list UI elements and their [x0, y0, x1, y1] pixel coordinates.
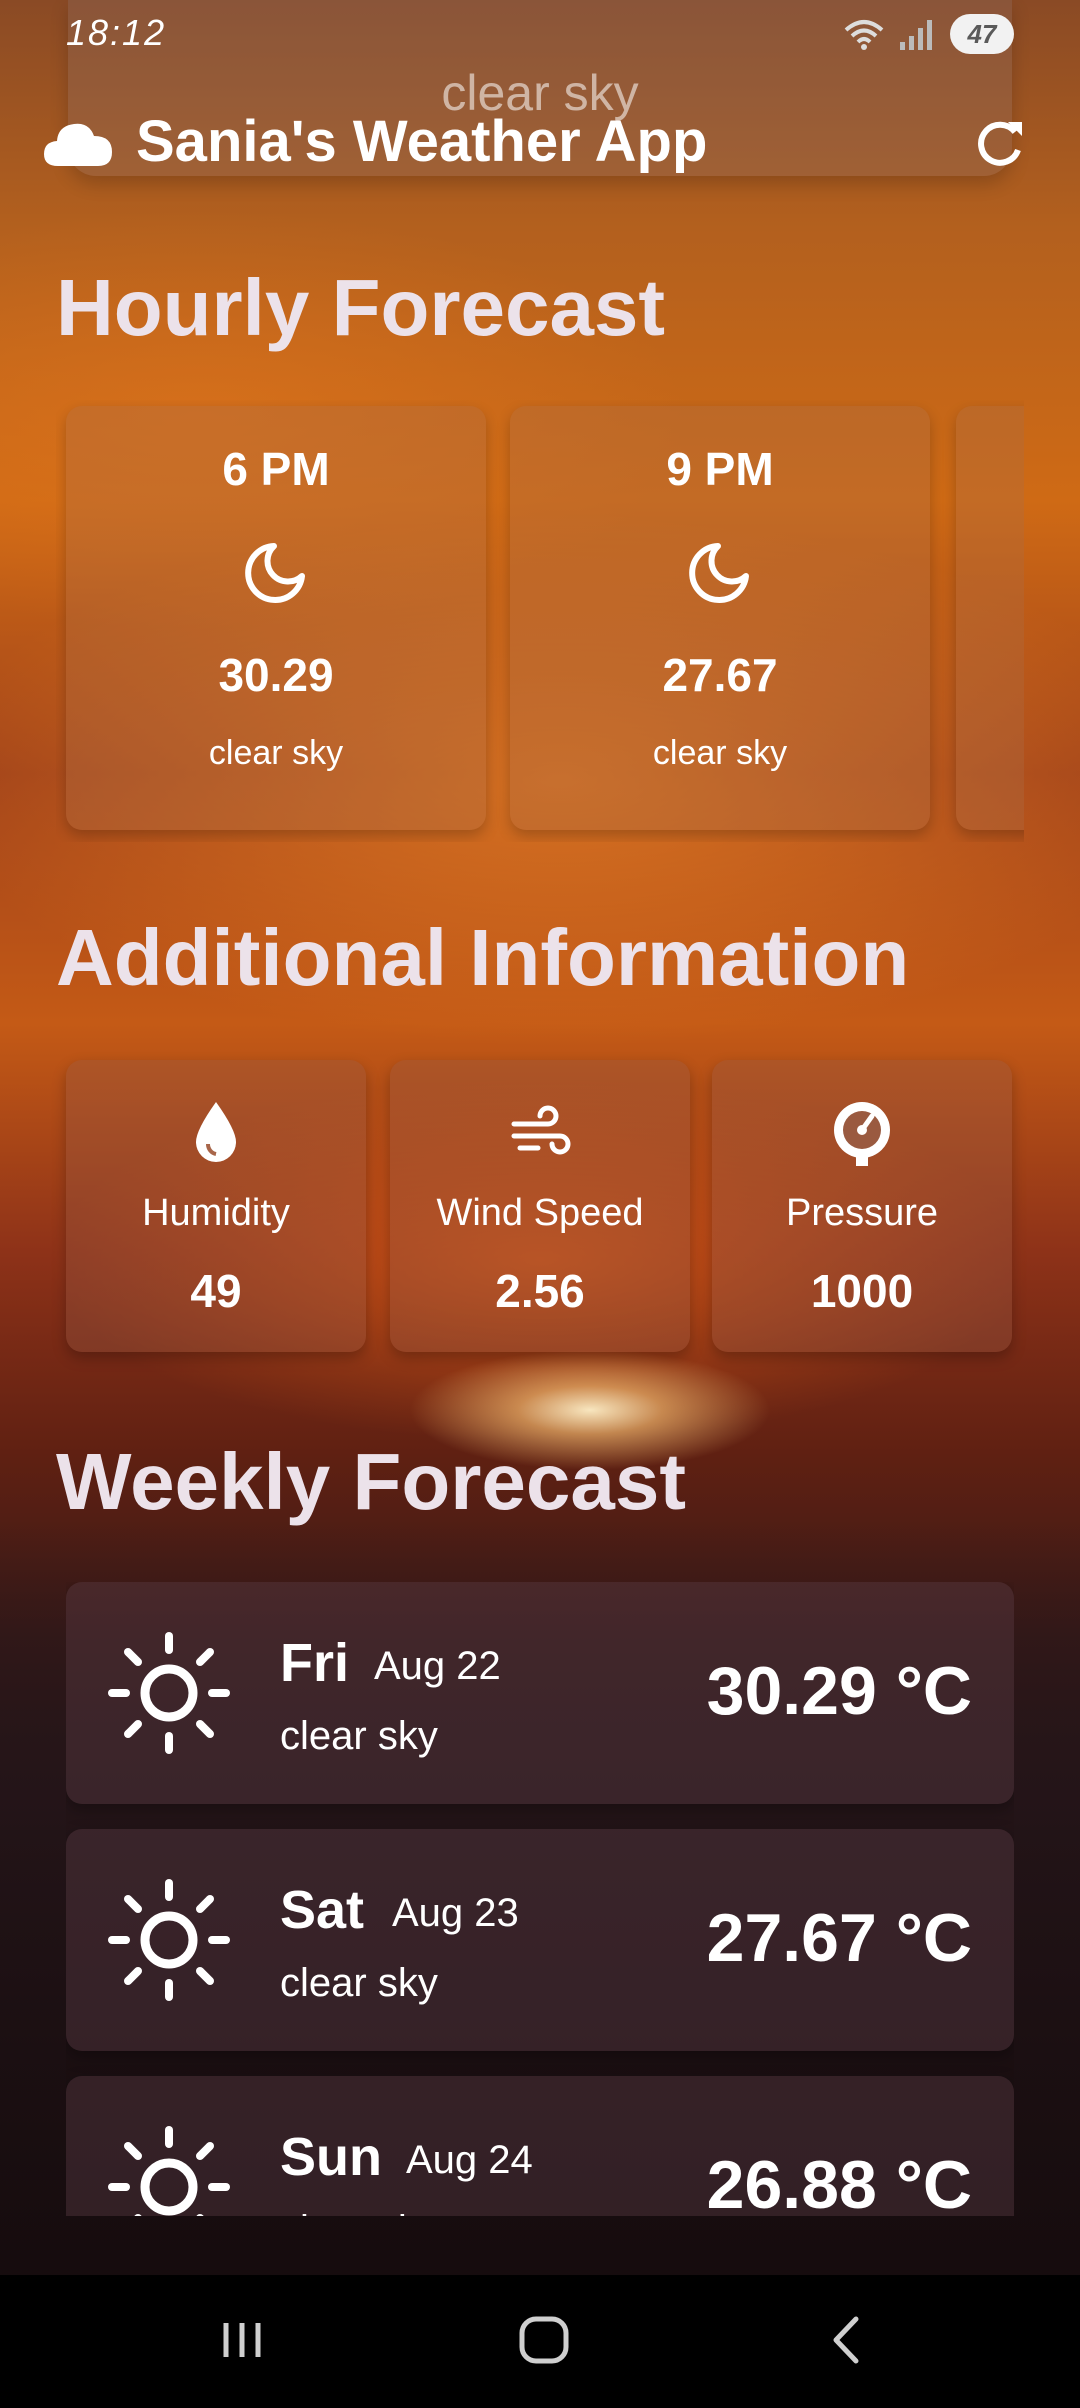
humidity-label: Humidity — [142, 1192, 290, 1234]
weekly-date: Aug 24 — [406, 2138, 533, 2182]
wind-icon — [511, 1105, 571, 1155]
hourly-description: clear sky — [652, 734, 788, 772]
weekly-description: clear sky — [280, 1714, 438, 1758]
weekly-temp: 26.88 °C — [706, 2147, 972, 2216]
pressure-label: Pressure — [785, 1192, 939, 1234]
weekly-description: clear sky — [280, 2208, 438, 2216]
recents-icon[interactable] — [202, 2305, 282, 2375]
humidity-card: Humidity 49 — [66, 1060, 366, 1352]
refresh-icon[interactable] — [970, 116, 1028, 174]
battery-indicator: 47 — [950, 14, 1014, 54]
pressure-card: Pressure 1000 — [712, 1060, 1012, 1352]
sun-icon — [108, 1879, 230, 2001]
wind-speed-value: 2.56 — [495, 1265, 585, 1317]
cloud-icon — [44, 123, 112, 166]
sun-icon — [108, 1632, 230, 1754]
hourly-temp: 30.29 — [218, 649, 334, 701]
app-bar: Sania's Weather App — [0, 100, 1080, 190]
weekly-card[interactable]: Sun Aug 24 clear sky 26.88 °C — [66, 2076, 1014, 2216]
wifi-icon — [844, 20, 884, 50]
wind-speed-label: Wind Speed — [436, 1192, 644, 1234]
hourly-card-partial[interactable] — [956, 406, 1024, 830]
weekly-day: Sat — [280, 1880, 365, 1940]
weekly-date: Aug 23 — [392, 1891, 519, 1935]
hourly-description: clear sky — [208, 734, 344, 772]
humidity-value: 49 — [190, 1265, 242, 1317]
weekly-temp: 27.67 °C — [706, 1900, 972, 1976]
weekly-temp: 30.29 °C — [706, 1653, 972, 1729]
back-icon[interactable] — [806, 2305, 886, 2375]
additional-info-title: Additional Information — [56, 913, 910, 1002]
hourly-time: 6 PM — [222, 443, 330, 495]
status-icons: 47 — [842, 14, 1014, 54]
hourly-time: 9 PM — [666, 443, 774, 495]
hourly-card[interactable]: 9 PM 27.67 clear sky — [510, 406, 930, 830]
hourly-forecast-title: Hourly Forecast — [56, 263, 666, 352]
moon-icon — [245, 543, 305, 603]
sun-icon — [108, 2126, 230, 2216]
weekly-date: Aug 22 — [374, 1644, 501, 1688]
weekly-forecast-title: Weekly Forecast — [56, 1437, 686, 1526]
status-time: 18:12 — [66, 12, 167, 53]
weekly-day: Sun — [280, 2127, 382, 2187]
pressure-value: 1000 — [810, 1265, 914, 1317]
weekly-card[interactable]: Fri Aug 22 clear sky 30.29 °C — [66, 1582, 1014, 1804]
wind-speed-card: Wind Speed 2.56 — [390, 1060, 690, 1352]
weekly-card[interactable]: Sat Aug 23 clear sky 27.67 °C — [66, 1829, 1014, 2051]
moon-icon — [689, 543, 749, 603]
weekly-forecast-list[interactable]: Fri Aug 22 clear sky 30.29 °C Sat Aug 23… — [66, 1582, 1014, 2216]
gauge-icon — [834, 1102, 890, 1166]
hourly-temp: 27.67 — [662, 649, 778, 701]
weekly-description: clear sky — [280, 1961, 438, 2005]
signal-icon — [900, 20, 932, 50]
weekly-day: Fri — [280, 1633, 350, 1693]
water-drop-icon — [196, 1102, 236, 1162]
home-icon[interactable] — [504, 2305, 584, 2375]
hourly-forecast-list[interactable]: 6 PM 30.29 clear sky 9 PM 27.67 clear sk… — [56, 400, 1024, 842]
app-title: Sania's Weather App — [136, 109, 708, 174]
hourly-card[interactable]: 6 PM 30.29 clear sky — [66, 406, 486, 830]
